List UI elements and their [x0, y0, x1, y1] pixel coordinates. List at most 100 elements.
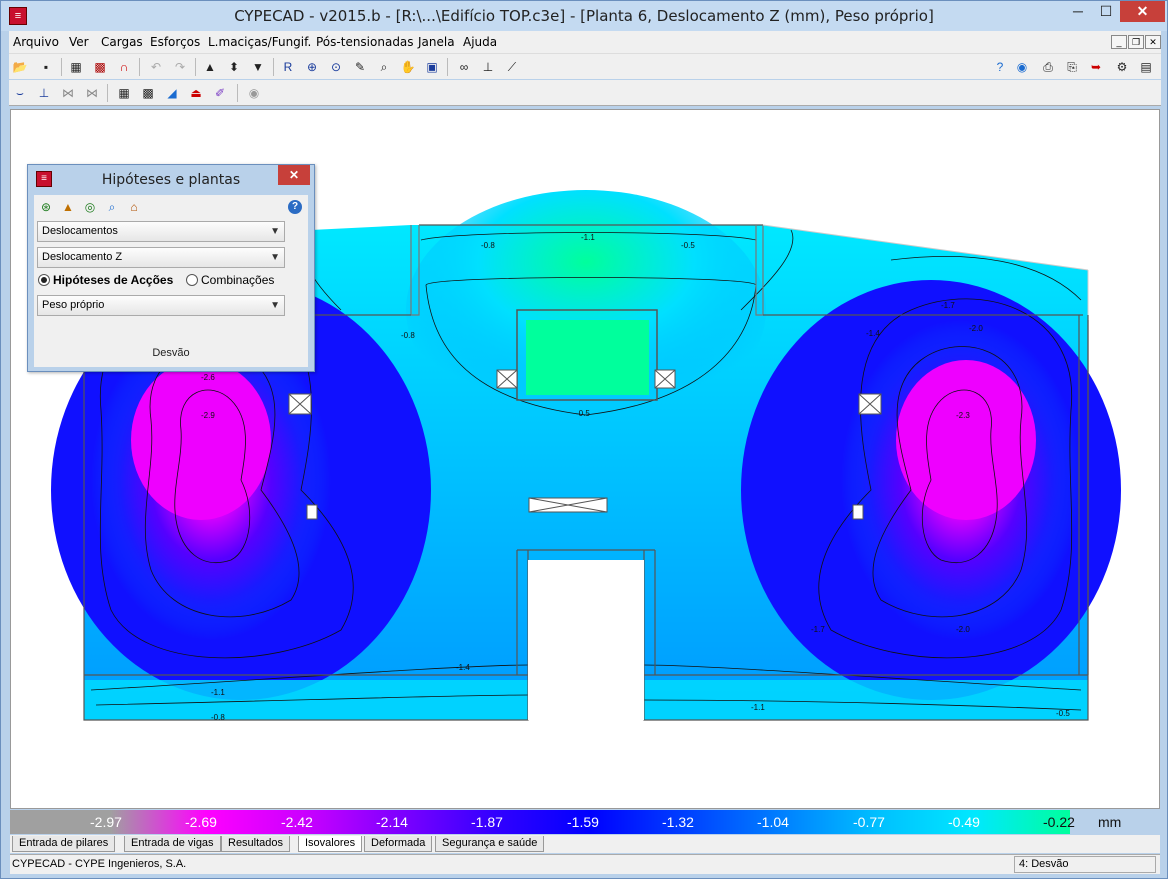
mdi-restore-button[interactable]: ❐: [1128, 35, 1144, 49]
hypotheses-panel: ≡ Hipóteses e plantas ✕ ⊛ ▲ ◎ ⌕ ⌂ ? Desl…: [27, 164, 315, 372]
settings-icon[interactable]: ⚙: [1113, 58, 1131, 76]
menu-bar: Arquivo Ver Cargas Esforços L.maciças/Fu…: [9, 31, 1161, 53]
binoculars-icon[interactable]: ∞: [455, 58, 473, 76]
exit-icon[interactable]: ➥: [1087, 58, 1105, 76]
building-icon[interactable]: ⌂: [125, 198, 143, 216]
globe-icon[interactable]: ◉: [1013, 58, 1031, 76]
table-icon[interactable]: ▦: [115, 84, 133, 102]
close-button[interactable]: ✕: [1120, 1, 1165, 22]
legend-value: -2.97: [90, 814, 122, 830]
status-bar: CYPECAD - CYPE Ingenieros, S.A. 4: Desvã…: [10, 854, 1160, 874]
ribbed-slab-icon[interactable]: ⋈: [83, 84, 101, 102]
status-company: CYPECAD - CYPE Ingenieros, S.A.: [12, 858, 187, 870]
load-icon[interactable]: ⏏: [187, 84, 205, 102]
radio-hipoteses[interactable]: Hipóteses de Acções: [38, 273, 173, 287]
svg-text:-1.1: -1.1: [751, 703, 765, 712]
help-icon[interactable]: ?: [991, 58, 1009, 76]
legend-value: -1.87: [471, 814, 503, 830]
diagram-icon[interactable]: ◢: [163, 84, 181, 102]
chevron-down-icon: ▼: [270, 252, 280, 263]
layers-icon[interactable]: ▣: [423, 58, 441, 76]
pencil-icon[interactable]: ✎: [351, 58, 369, 76]
svg-text:-2.3: -2.3: [956, 411, 970, 420]
tab-entrada-pilares[interactable]: Entrada de pilares: [12, 836, 116, 852]
displacement-value: Deslocamento Z: [42, 251, 123, 263]
radio-combinacoes[interactable]: Combinações: [186, 273, 274, 287]
panel-help-icon[interactable]: ?: [288, 200, 302, 214]
zoom-window-icon[interactable]: ⊕: [303, 58, 321, 76]
eye-icon[interactable]: ◉: [245, 84, 263, 102]
measure-icon[interactable]: ⟋: [503, 58, 521, 76]
mdi-close-button[interactable]: ✕: [1145, 35, 1161, 49]
load-case-select[interactable]: Peso próprio ▼: [37, 295, 285, 316]
legend-value: -1.04: [757, 814, 789, 830]
svg-text:-0.5: -0.5: [681, 241, 695, 250]
chart-icon[interactable]: ▲: [59, 198, 77, 216]
print-preview-icon[interactable]: ⎘: [1063, 58, 1081, 76]
column-icon[interactable]: ⊥: [35, 84, 53, 102]
svg-text:-0.5: -0.5: [576, 409, 590, 418]
svg-text:-2.0: -2.0: [956, 625, 970, 634]
zoom-extent-icon[interactable]: ⊙: [327, 58, 345, 76]
color-legend: -2.97 -2.69 -2.42 -2.14 -1.87 -1.59 -1.3…: [10, 810, 1160, 834]
radio-combinacoes-label: Combinações: [201, 273, 275, 287]
radio-selected-icon: [38, 274, 50, 286]
maximize-button[interactable]: ☐: [1093, 1, 1119, 22]
undo-icon[interactable]: ↶: [147, 58, 165, 76]
menu-arquivo[interactable]: Arquivo: [13, 35, 59, 49]
legend-value: -0.49: [948, 814, 980, 830]
menu-ajuda[interactable]: Ajuda: [463, 35, 497, 49]
grid-icon[interactable]: ▩: [91, 58, 109, 76]
tab-deformada[interactable]: Deformada: [364, 836, 433, 852]
zoom-icon[interactable]: ⌕: [375, 58, 393, 76]
dimension-icon[interactable]: ⊥: [479, 58, 497, 76]
menu-pos-tensionadas[interactable]: Pós-tensionadas: [316, 35, 414, 49]
redraw-icon[interactable]: R: [279, 58, 297, 76]
magnet-icon[interactable]: ∩: [115, 58, 133, 76]
plant-icon[interactable]: ⊛: [37, 198, 55, 216]
results-type-value: Deslocamentos: [42, 225, 118, 237]
pan-hand-icon[interactable]: ✋: [399, 58, 417, 76]
svg-text:-2.0: -2.0: [969, 324, 983, 333]
redo-icon[interactable]: ↷: [171, 58, 189, 76]
svg-text:-0.8: -0.8: [481, 241, 495, 250]
minimize-button[interactable]: ─: [1063, 1, 1093, 22]
menu-esforcos[interactable]: Esforços: [150, 35, 200, 49]
panel-title-bar[interactable]: ≡ Hipóteses e plantas ✕: [28, 165, 314, 193]
slab-icon[interactable]: ⋈: [59, 84, 77, 102]
tab-resultados[interactable]: Resultados: [221, 836, 291, 852]
open-icon[interactable]: 📂: [11, 58, 29, 76]
legend-gradient: [10, 810, 1070, 834]
menu-janela[interactable]: Janela: [418, 35, 455, 49]
menu-ver[interactable]: Ver: [69, 35, 89, 49]
target-icon[interactable]: ◎: [81, 198, 99, 216]
beam-icon[interactable]: ⌣: [11, 84, 29, 102]
tools-icon[interactable]: ▤: [1137, 58, 1155, 76]
down-arrow-icon[interactable]: ▼: [249, 58, 267, 76]
menu-lmacicas[interactable]: L.maciças/Fungif.: [208, 35, 311, 49]
legend-value: -2.42: [281, 814, 313, 830]
eraser-icon[interactable]: ✐: [211, 84, 229, 102]
panel-close-button[interactable]: ✕: [278, 165, 310, 185]
svg-text:-1.7: -1.7: [811, 625, 825, 634]
tab-seguranca-saude[interactable]: Segurança e saúde: [435, 836, 545, 852]
tab-entrada-vigas[interactable]: Entrada de vigas: [124, 836, 221, 852]
menu-cargas[interactable]: Cargas: [101, 35, 143, 49]
grid-table-icon[interactable]: ▩: [139, 84, 157, 102]
save-icon[interactable]: ▪: [37, 58, 55, 76]
mdi-minimize-button[interactable]: _: [1111, 35, 1127, 49]
panel-title: Hipóteses e plantas: [101, 172, 241, 188]
up-arrow-icon[interactable]: ▲: [201, 58, 219, 76]
magnify-icon[interactable]: ⌕: [103, 198, 121, 216]
svg-text:-1.4: -1.4: [866, 329, 880, 338]
chevron-down-icon: ▼: [270, 300, 280, 311]
results-type-select[interactable]: Deslocamentos ▼: [37, 221, 285, 242]
tab-isovalores[interactable]: Isovalores: [298, 836, 363, 852]
svg-text:-1.4: -1.4: [456, 663, 470, 672]
legend-value: -0.77: [853, 814, 885, 830]
export-icon[interactable]: ▦: [67, 58, 85, 76]
displacement-select[interactable]: Deslocamento Z ▼: [37, 247, 285, 268]
window-title: CYPECAD - v2015.b - [R:\...\Edifício TOP…: [234, 7, 934, 25]
up-down-arrow-icon[interactable]: ⬍: [225, 58, 243, 76]
print-icon[interactable]: ⎙: [1039, 58, 1057, 76]
